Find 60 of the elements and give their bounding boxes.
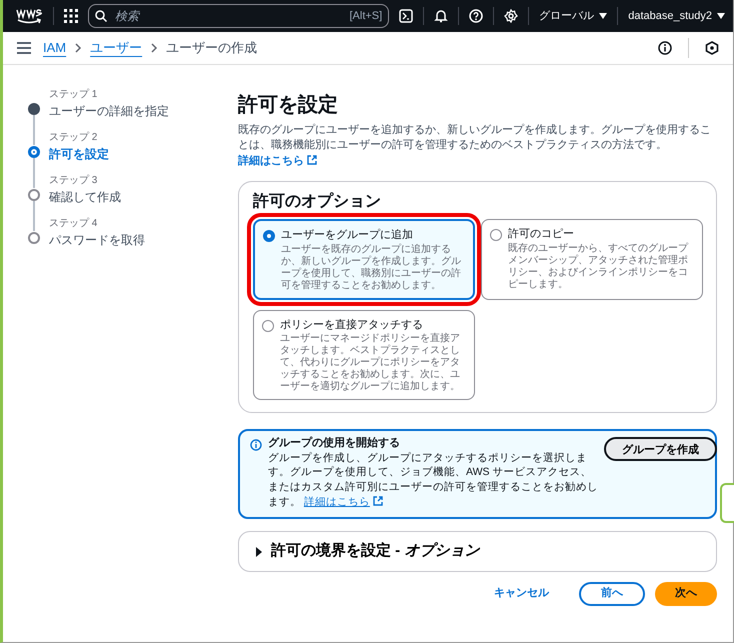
radio-button[interactable] xyxy=(262,320,274,332)
step-number: ステップ 2 xyxy=(49,130,98,145)
search-icon xyxy=(95,10,107,22)
chevron-right-icon xyxy=(74,43,82,53)
shortcut-hint: [Alt+S] xyxy=(349,8,382,24)
step-status-dot xyxy=(28,146,40,158)
radio-button[interactable] xyxy=(263,230,275,242)
aws-logo-icon[interactable] xyxy=(15,7,43,25)
learn-more-link[interactable]: 詳細はこちら xyxy=(238,154,317,167)
option-label: ユーザーをグループに追加 xyxy=(281,228,414,244)
terminal-icon[interactable] xyxy=(399,9,414,23)
step-number: ステップ 4 xyxy=(49,216,98,231)
menu-icon[interactable] xyxy=(17,42,31,54)
apps-grid-icon[interactable] xyxy=(64,9,78,23)
create-group-button[interactable]: グループを作成 xyxy=(604,437,717,462)
option-label: 許可のコピー xyxy=(508,227,575,242)
learn-more-link[interactable]: 詳細はこちら xyxy=(304,496,383,508)
previous-button[interactable]: 前へ xyxy=(579,582,645,606)
radio-button[interactable] xyxy=(490,229,502,242)
info-icon[interactable] xyxy=(658,41,672,55)
option-tile[interactable]: 許可のコピー 既存のユーザーから、すべてのグループメンバーシップ、アタッチされた管理ポリシー、およびインラインポリシーをコピーします。 xyxy=(481,219,703,300)
info-title: グループの使用を開始する xyxy=(268,437,401,451)
page-title: 許可を設定 xyxy=(238,93,339,117)
external-link-icon xyxy=(307,154,317,165)
settings-icon[interactable] xyxy=(504,9,518,23)
step-label[interactable]: 許可を設定 xyxy=(49,145,109,163)
chevron-right-icon xyxy=(150,43,158,53)
step-label[interactable]: ユーザーの詳細を指定 xyxy=(49,102,169,120)
permissions-boundary-expander[interactable]: 許可の境界を設定 - オプション xyxy=(238,531,717,572)
page-description: 既存のグループにユーザーを追加するか、新しいグループを作成します。グループを使用することは、職務機能別にユーザーの許可を管理するためのベストプラクティスの方法です。 詳細はこちら xyxy=(238,123,712,169)
notifications-icon[interactable] xyxy=(434,9,448,23)
breadcrumb-link[interactable]: IAM xyxy=(43,38,66,58)
option-label: ポリシーを直接アタッチする xyxy=(280,318,424,333)
info-icon xyxy=(250,439,262,452)
cancel-button[interactable]: キャンセル xyxy=(474,582,569,606)
account-dropdown[interactable]: database_study2 xyxy=(628,8,725,24)
next-button[interactable]: 次へ xyxy=(655,582,717,606)
external-link-icon xyxy=(372,496,383,506)
caret-down-icon xyxy=(599,12,608,19)
step-status-dot xyxy=(28,189,40,201)
step-status-dot xyxy=(28,103,40,115)
option-tile[interactable]: ポリシーを直接アタッチする ユーザーにマネージドポリシーを直接アタッチします。ベストプラクティスとして、代わりにグループにポリシーをアタッチすることをお勧めします。次に、ユーザーを適切なグループに追加します。 xyxy=(253,310,475,400)
step-status-dot xyxy=(28,232,40,244)
hexagon-icon[interactable] xyxy=(705,41,719,55)
option-description: ユーザーにマネージドポリシーを直接アタッチします。ベストプラクティスとして、代わりにグループにポリシーをアタッチすることをお勧めします。次に、ユーザーを適切なグループに追加します。 xyxy=(280,333,461,394)
option-description: ユーザーを既存のグループに追加するか、新しいグループを作成します。グループを使用して、職務別にユーザーの許可を管理することをお勧めします。 xyxy=(281,244,462,292)
step-number: ステップ 1 xyxy=(49,88,98,102)
search-input[interactable]: 検索 xyxy=(113,6,344,26)
help-icon[interactable] xyxy=(469,9,484,23)
region-dropdown[interactable]: グローバル xyxy=(539,8,608,24)
step-label: 確認して作成 xyxy=(49,189,121,206)
step-label: パスワードを取得 xyxy=(49,232,145,249)
option-description: 既存のユーザーから、すべてのグループメンバーシップ、アタッチされた管理ポリシー、およびインラインポリシーをコピーします。 xyxy=(508,242,690,291)
breadcrumb-link[interactable]: ユーザー xyxy=(90,38,142,58)
info-text: グループを作成し、グループにアタッチするポリシーを選択します。グループを使用して、ジョブ機能、AWS サービスアクセス、またはカスタム許可別にユーザーの許可を管理することをお勧めします。 詳細はこちら xyxy=(268,450,598,510)
caret-down-icon xyxy=(717,12,725,19)
search-field[interactable]: 検索 [Alt+S] xyxy=(88,4,390,28)
section-heading: 許可のオプション xyxy=(253,192,382,212)
breadcrumb-current: ユーザーの作成 xyxy=(166,39,258,58)
step-number: ステップ 3 xyxy=(49,174,98,188)
